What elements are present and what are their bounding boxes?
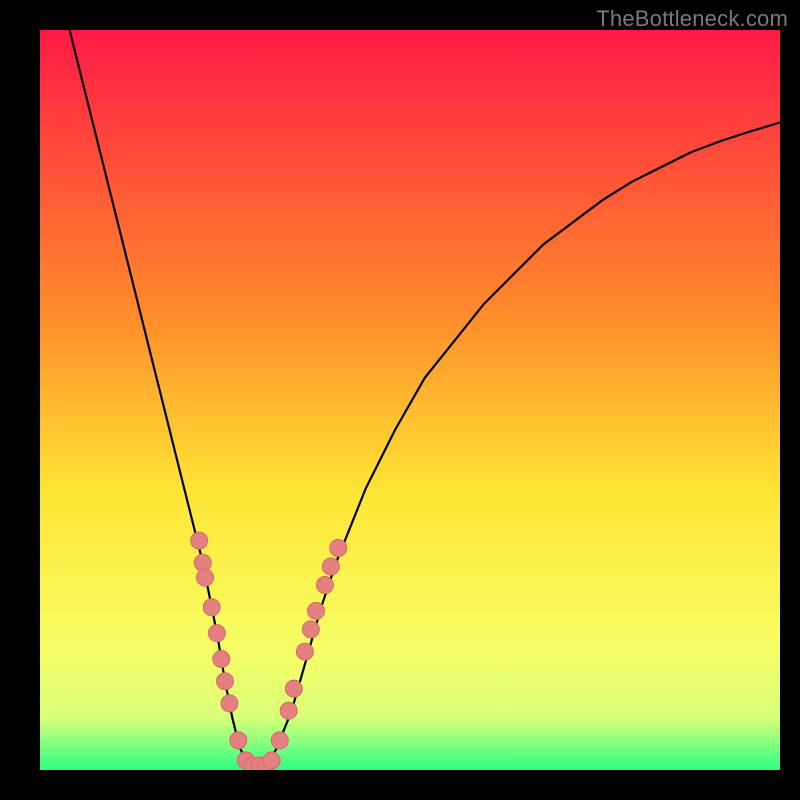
bottleneck-chart xyxy=(0,0,800,800)
chart-stage: TheBottleneck.com xyxy=(0,0,800,800)
marker-point xyxy=(285,680,302,697)
marker-point xyxy=(213,651,230,668)
marker-point xyxy=(280,702,297,719)
marker-point xyxy=(191,532,208,549)
marker-point xyxy=(230,732,247,749)
marker-point xyxy=(296,643,313,660)
marker-point xyxy=(322,558,339,575)
marker-point xyxy=(316,577,333,594)
marker-point xyxy=(194,554,211,571)
watermark-text: TheBottleneck.com xyxy=(596,6,788,32)
marker-point xyxy=(203,599,220,616)
marker-point xyxy=(217,673,234,690)
marker-point xyxy=(308,602,325,619)
gradient-background xyxy=(40,30,780,770)
marker-point xyxy=(330,540,347,557)
marker-point xyxy=(208,625,225,642)
marker-point xyxy=(263,752,280,769)
marker-point xyxy=(271,732,288,749)
marker-point xyxy=(197,569,214,586)
marker-point xyxy=(221,695,238,712)
marker-point xyxy=(302,621,319,638)
